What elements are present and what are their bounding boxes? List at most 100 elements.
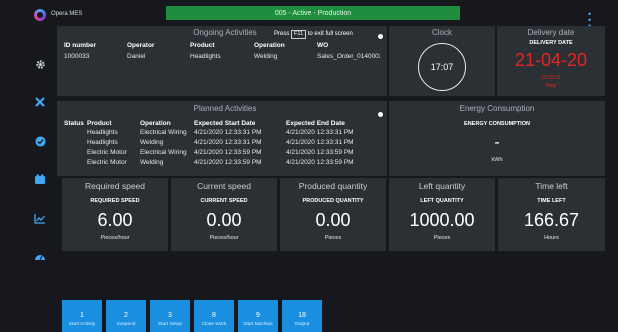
chart-icon[interactable] [33,211,47,225]
metric-value: 1000.00 [409,210,475,230]
metric-subtitle: CURRENT SPEED [200,198,248,204]
metric-value: 6.00 [97,210,133,230]
button-number: 2 [124,312,128,319]
gauge-icon[interactable] [33,249,47,263]
col-status: Status [64,120,84,127]
hint-rest: to exit full screen [307,31,353,37]
delivery-subtitle: DELIVERY DATE [529,40,573,46]
planned-operation: Welding [140,159,164,166]
check-circle-icon[interactable] [33,134,47,148]
planned-operation: Electrical Wiring [140,149,187,156]
col-operator: Operator [127,42,155,49]
button-label: Start Machine [243,322,273,327]
hint-press: Press [274,31,290,37]
metric-current-speed: Current speed CURRENT SPEED 0.00 Pieces/… [171,178,277,251]
metric-title: Time left [535,181,568,191]
button-label: Suspend [116,322,136,327]
metric-subtitle: LEFT QUANTITY [420,198,464,204]
metric-unit: Pieces [324,235,342,241]
button-number: 3 [168,312,172,319]
hint-key: F11 [291,30,307,39]
metric-unit: Pieces [433,235,451,241]
planned-product: Electric Motor [87,159,127,166]
tools-icon[interactable] [33,95,47,109]
col-start-date: Expected Start Date [194,120,256,127]
delivery-time: 12:33:31 [541,75,561,81]
col-id-number: ID number [64,42,97,49]
col-operation: Operation [140,120,171,127]
delivery-title: Delivery date [527,28,575,37]
metric-time-left: Time left TIME LEFT 166.67 Hours [498,178,605,251]
clock-time: 17:07 [430,62,454,72]
energy-subtitle: ENERGY CONSUMPTION [464,121,530,127]
ongoing-product: Headlights [190,53,221,60]
planned-end: 4/21/2020 12:33:59 PM [286,159,354,166]
metric-produced-quantity: Produced quantity PRODUCED QUANTITY 0.00… [280,178,386,251]
ongoing-id: 1000033 [64,53,90,60]
metric-title: Produced quantity [298,181,368,191]
fullscreen-hint: Press F11 to exit full screen [274,30,353,39]
start-machine-button[interactable]: 9 Start Machine [238,300,278,332]
metric-required-speed: Required speed REQUIRED SPEED 6.00 Piece… [62,178,168,251]
ongoing-wo: Sales_Order_0140002 [317,53,380,60]
expand-icon[interactable] [378,112,383,117]
clock-title: Clock [431,28,452,37]
planned-end: 4/21/2020 12:33:31 PM [286,129,354,136]
metric-unit: Pieces/hour [209,235,239,241]
planned-product: Headlights [87,139,118,146]
button-label: Output [294,322,310,327]
planned-end: 4/21/2020 12:33:31 PM [286,139,354,146]
planned-product: Headlights [87,129,118,136]
planned-start: 4/21/2020 12:33:31 PM [194,139,262,146]
delivery-delay: 0day [545,83,557,89]
expand-icon[interactable] [378,34,383,39]
col-product: Product [190,42,215,49]
clock-dial: 17:07 [418,43,466,91]
button-number: 18 [298,312,306,319]
gear-icon[interactable] [33,57,47,71]
energy-unit: kWh [491,157,503,163]
button-label: Start Activity [68,322,96,327]
planned-end: 4/21/2020 12:33:59 PM [286,149,354,156]
planned-operation: Electrical Wiring [140,129,187,136]
start-setup-button[interactable]: 3 Start Setup [150,300,190,332]
button-number: 9 [256,312,260,319]
col-wo: WO [317,42,329,49]
suspend-button[interactable]: 2 Suspend [106,300,146,332]
metric-subtitle: PRODUCED QUANTITY [302,198,364,204]
metric-unit: Pieces/hour [100,235,130,241]
metric-value: 0.00 [315,210,351,230]
energy-value: - [494,134,500,151]
planned-rows: Headlights Electrical Wiring 4/21/2020 1… [60,129,385,174]
col-product: Product [87,120,112,127]
metric-subtitle: TIME LEFT [537,198,566,204]
start-activity-button[interactable]: 1 Start Activity [62,300,102,332]
metric-value: 166.67 [523,210,580,230]
metric-unit: Hours [544,235,559,241]
delivery-date: 21-04-20 [514,50,588,70]
planned-start: 4/21/2020 12:33:59 PM [194,149,262,156]
people-icon[interactable] [33,172,47,186]
button-label: Start Setup [158,322,182,327]
output-button[interactable]: 18 Output [282,300,322,332]
metric-title: Required speed [84,181,145,191]
ongoing-operator: Daniel [127,53,146,60]
button-number: 8 [212,312,216,319]
metric-value: 0.00 [206,210,242,230]
col-operation: Operation [254,42,285,49]
planned-start: 4/21/2020 12:33:59 PM [194,159,262,166]
ongoing-title: Ongoing Activities [193,28,257,37]
metric-title: Left quantity [418,181,466,191]
metric-subtitle: REQUIRED SPEED [90,198,140,204]
metric-title: Current speed [197,181,251,191]
planned-operation: Welding [140,139,164,146]
col-end-date: Expected End Date [286,120,345,127]
close-work-button[interactable]: 8 Close Work [194,300,234,332]
status-text: 005 - Active - Production [274,9,352,17]
ongoing-operation: Welding [254,53,278,60]
logo-icon [34,9,46,21]
app-title: Opera MES [51,11,83,17]
metric-left-quantity: Left quantity LEFT QUANTITY 1000.00 Piec… [389,178,495,251]
status-banner: 005 - Active - Production [166,6,460,20]
button-number: 1 [80,312,84,319]
